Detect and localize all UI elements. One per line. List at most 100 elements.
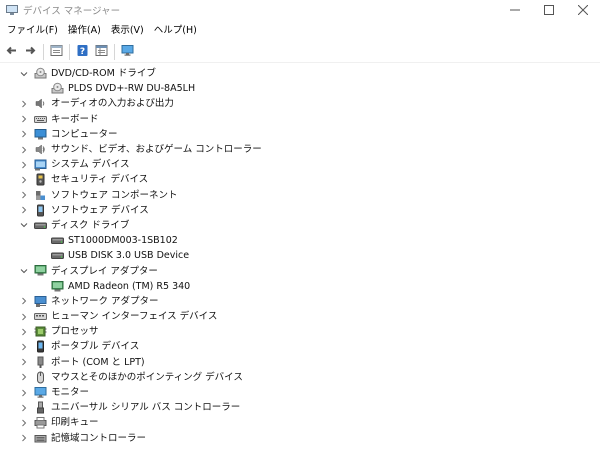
tree-item-label: ディスプレイ アダプター — [51, 265, 158, 277]
arrow-right-icon — [24, 44, 37, 60]
back-button[interactable] — [2, 42, 21, 61]
tree-category[interactable]: ユニバーサル シリアル バス コントローラー — [0, 400, 600, 415]
chevron-down-icon[interactable] — [19, 219, 29, 231]
tree-category[interactable]: DVD/CD-ROM ドライブ — [0, 66, 600, 81]
chevron-right-icon[interactable] — [19, 295, 29, 307]
chevron-right-icon[interactable] — [19, 159, 29, 171]
menu-action[interactable]: 操作(A) — [63, 20, 106, 41]
toolbar-separator — [43, 43, 44, 60]
monitor-icon — [34, 386, 47, 399]
chevron-right-icon[interactable] — [19, 204, 29, 216]
software-device-icon — [34, 204, 47, 217]
view-button[interactable] — [92, 42, 111, 61]
chevron-right-icon[interactable] — [19, 371, 29, 383]
tree-item-label: ST1000DM003-1SB102 — [68, 235, 178, 247]
tree-device[interactable]: USB DISK 3.0 USB Device — [0, 248, 600, 263]
tree-item-label: ヒューマン インターフェイス デバイス — [51, 311, 218, 323]
minimize-icon — [510, 9, 520, 11]
chevron-right-icon[interactable] — [19, 432, 29, 444]
monitor-icon — [121, 44, 134, 60]
maximize-button[interactable] — [532, 0, 566, 20]
tree-category[interactable]: ヒューマン インターフェイス デバイス — [0, 309, 600, 324]
disk-drive-icon — [51, 249, 64, 262]
chevron-right-icon[interactable] — [19, 387, 29, 399]
tree-category[interactable]: ソフトウェア コンポーネント — [0, 188, 600, 203]
menu-help[interactable]: ヘルプ(H) — [149, 20, 202, 41]
tree-item-label: DVD/CD-ROM ドライブ — [51, 68, 156, 80]
printer-icon — [34, 416, 47, 429]
properties-button[interactable] — [47, 42, 66, 61]
chevron-right-icon[interactable] — [19, 128, 29, 140]
tree-category[interactable]: コンピューター — [0, 127, 600, 142]
help-button[interactable]: ? — [73, 42, 92, 61]
network-icon — [34, 295, 47, 308]
forward-button[interactable] — [21, 42, 40, 61]
menu-file[interactable]: ファイル(F) — [2, 20, 63, 41]
speaker-icon — [34, 97, 47, 110]
chevron-right-icon[interactable] — [19, 356, 29, 368]
tree-category[interactable]: セキュリティ デバイス — [0, 172, 600, 187]
device-tree[interactable]: DVD/CD-ROM ドライブ PLDS DVD+-RW DU-8A5LH オーディ… — [0, 66, 600, 446]
tree-item-label: ソフトウェア デバイス — [51, 204, 149, 216]
menu-view[interactable]: 表示(V) — [106, 20, 149, 41]
view-details-icon — [95, 44, 108, 60]
tree-item-label: コンピューター — [51, 128, 118, 140]
tree-item-label: PLDS DVD+-RW DU-8A5LH — [68, 83, 196, 95]
properties-icon — [50, 44, 63, 60]
help-icon: ? — [76, 44, 89, 60]
minimize-button[interactable] — [498, 0, 532, 20]
tree-category[interactable]: オーディオの入力および出力 — [0, 96, 600, 111]
disk-drive-icon — [51, 234, 64, 247]
dvd-drive-icon — [34, 67, 47, 80]
maximize-icon — [544, 5, 554, 15]
chevron-down-icon[interactable] — [19, 265, 29, 277]
tree-item-label: マウスとそのほかのポインティング デバイス — [51, 371, 243, 383]
close-button[interactable] — [566, 0, 600, 20]
tree-category[interactable]: ポート (COM と LPT) — [0, 355, 600, 370]
chevron-right-icon[interactable] — [19, 326, 29, 338]
tree-category[interactable]: プロセッサ — [0, 324, 600, 339]
hid-icon — [34, 310, 47, 323]
tree-item-label: キーボード — [51, 113, 99, 125]
storage-controller-icon — [34, 432, 47, 445]
scan-hardware-button[interactable] — [118, 42, 137, 61]
tree-item-label: ネットワーク アダプター — [51, 295, 159, 307]
tree-item-label: ソフトウェア コンポーネント — [51, 189, 178, 201]
computer-icon — [34, 128, 47, 141]
svg-text:?: ? — [80, 47, 85, 57]
tree-category[interactable]: ディスプレイ アダプター — [0, 263, 600, 278]
tree-category[interactable]: キーボード — [0, 112, 600, 127]
device-manager-icon — [6, 4, 18, 16]
chevron-right-icon[interactable] — [19, 189, 29, 201]
chevron-right-icon[interactable] — [19, 144, 29, 156]
display-adapter-icon — [34, 264, 47, 277]
title-bar: デバイス マネージャー — [0, 0, 600, 20]
chevron-right-icon[interactable] — [19, 113, 29, 125]
tree-device[interactable]: PLDS DVD+-RW DU-8A5LH — [0, 81, 600, 96]
chevron-right-icon[interactable] — [19, 311, 29, 323]
tree-category[interactable]: ソフトウェア デバイス — [0, 203, 600, 218]
tree-category[interactable]: ネットワーク アダプター — [0, 294, 600, 309]
tree-category[interactable]: ポータブル デバイス — [0, 339, 600, 354]
tree-category[interactable]: ディスク ドライブ — [0, 218, 600, 233]
chevron-down-icon[interactable] — [19, 68, 29, 80]
tree-device[interactable]: ST1000DM003-1SB102 — [0, 233, 600, 248]
tree-category[interactable]: 記憶域コントローラー — [0, 431, 600, 446]
usb-icon — [34, 401, 47, 414]
tree-item-label: USB DISK 3.0 USB Device — [68, 250, 190, 262]
tree-device[interactable]: AMD Radeon (TM) R5 340 — [0, 279, 600, 294]
chevron-right-icon[interactable] — [19, 417, 29, 429]
tree-category[interactable]: システム デバイス — [0, 157, 600, 172]
chevron-right-icon[interactable] — [19, 174, 29, 186]
chevron-right-icon[interactable] — [19, 98, 29, 110]
tree-item-label: システム デバイス — [51, 159, 130, 171]
portable-device-icon — [34, 340, 47, 353]
tree-item-label: プロセッサ — [51, 326, 99, 338]
tree-category[interactable]: モニター — [0, 385, 600, 400]
tree-category[interactable]: 印刷キュー — [0, 415, 600, 430]
chevron-right-icon[interactable] — [19, 402, 29, 414]
chevron-right-icon[interactable] — [19, 341, 29, 353]
mouse-icon — [34, 371, 47, 384]
tree-category[interactable]: サウンド、ビデオ、およびゲーム コントローラー — [0, 142, 600, 157]
tree-category[interactable]: マウスとそのほかのポインティング デバイス — [0, 370, 600, 385]
